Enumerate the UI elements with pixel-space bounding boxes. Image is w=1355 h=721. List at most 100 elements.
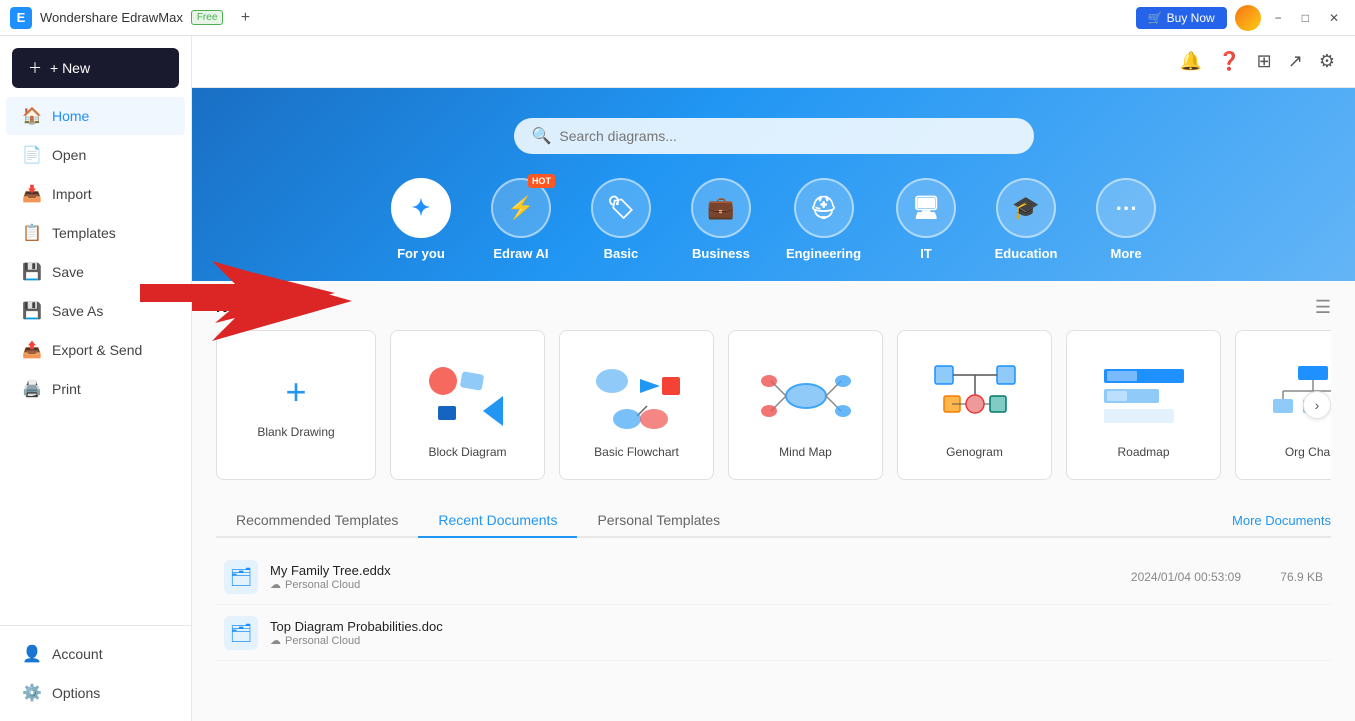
sidebar-item-templates[interactable]: 📋 Templates	[6, 214, 185, 252]
sidebar-label-print: Print	[52, 381, 81, 397]
maximize-button[interactable]: □	[1296, 9, 1315, 27]
new-grid: + Blank Drawing Blo	[216, 330, 1331, 480]
education-label: Education	[995, 246, 1058, 261]
doc-name-diagram: Top Diagram Probabilities.doc	[270, 619, 1229, 634]
search-icon: 🔍	[532, 126, 552, 146]
sidebar-item-account[interactable]: 👤 Account	[6, 635, 185, 673]
sidebar-label-templates: Templates	[52, 225, 116, 241]
tabs-row: Recommended Templates Recent Documents P…	[216, 504, 1331, 538]
new-button[interactable]: ＋ + New	[12, 48, 179, 88]
help-icon[interactable]: ❓	[1218, 51, 1240, 72]
sidebar-item-home[interactable]: 🏠 Home	[6, 97, 185, 135]
print-icon: 🖨️	[22, 379, 42, 399]
cloud-icon-2: ☁	[270, 634, 281, 647]
basic-flowchart-card[interactable]: Basic Flowchart	[559, 330, 714, 480]
category-more[interactable]: ⋯ More	[1091, 178, 1161, 261]
block-diagram-card[interactable]: Block Diagram	[390, 330, 545, 480]
minimize-button[interactable]: −	[1269, 9, 1288, 27]
import-icon: 📥	[22, 184, 42, 204]
app-body: ＋ + New 🏠 Home 📄 Open 📥 Import 📋 Templat…	[0, 36, 1355, 721]
next-button[interactable]: ›	[1303, 391, 1331, 419]
avatar[interactable]	[1235, 5, 1261, 31]
block-diagram-svg	[423, 361, 513, 431]
block-diagram-img	[413, 351, 523, 441]
category-for-you[interactable]: ✦ For you	[386, 178, 456, 261]
doc-icon-family-tree: 🗂	[224, 560, 258, 594]
tab-recent[interactable]: Recent Documents	[418, 504, 577, 538]
sidebar-item-import[interactable]: 📥 Import	[6, 175, 185, 213]
more-documents-link[interactable]: More Documents	[1232, 513, 1331, 528]
sidebar-item-open[interactable]: 📄 Open	[6, 136, 185, 174]
org-chart-label: Org Cha...	[1285, 445, 1331, 459]
sidebar-bottom: 👤 Account ⚙️ Options	[0, 625, 191, 721]
save-icon: 💾	[22, 262, 42, 282]
basic-icon: 🏷	[607, 195, 635, 221]
category-edraw-ai[interactable]: HOT ⚡ Edraw AI	[486, 178, 556, 261]
new-tab-button[interactable]: +	[231, 4, 259, 32]
mind-map-card[interactable]: Mind Map	[728, 330, 883, 480]
buy-now-button[interactable]: 🛒 Buy Now	[1136, 7, 1227, 29]
free-badge: Free	[191, 10, 224, 25]
apps-icon[interactable]: ⊞	[1257, 51, 1272, 72]
roadmap-label: Roadmap	[1117, 445, 1169, 459]
document-row[interactable]: 🗂 My Family Tree.eddx ☁ Personal Cloud 2…	[216, 550, 1331, 605]
genogram-label: Genogram	[946, 445, 1003, 459]
account-icon: 👤	[22, 644, 42, 664]
save-as-icon: 💾	[22, 301, 42, 321]
tab-personal[interactable]: Personal Templates	[577, 504, 740, 538]
doc-name-family-tree: My Family Tree.eddx	[270, 563, 1119, 578]
blank-plus-icon: +	[285, 371, 306, 413]
sidebar-label-import: Import	[52, 186, 92, 202]
sidebar-item-options[interactable]: ⚙️ Options	[6, 674, 185, 712]
close-button[interactable]: ✕	[1323, 9, 1345, 27]
mind-map-img	[751, 351, 861, 441]
mind-map-label: Mind Map	[779, 445, 832, 459]
it-icon: 🖥	[912, 195, 940, 221]
blank-drawing-card[interactable]: + Blank Drawing	[216, 330, 376, 480]
doc-loc-diagram: ☁ Personal Cloud	[270, 634, 1229, 647]
search-input[interactable]	[559, 128, 1015, 144]
doc-info-family-tree: My Family Tree.eddx ☁ Personal Cloud	[270, 563, 1119, 591]
sidebar-item-save[interactable]: 💾 Save	[6, 253, 185, 291]
category-it[interactable]: 🖥 IT	[891, 178, 961, 261]
document-row-2[interactable]: 🗂 Top Diagram Probabilities.doc ☁ Person…	[216, 606, 1331, 661]
category-basic[interactable]: 🏷 Basic	[586, 178, 656, 261]
edraw-ai-icon: ⚡	[507, 195, 534, 221]
plus-icon: ＋	[28, 58, 42, 78]
category-engineering[interactable]: ⛑ Engineering	[786, 178, 861, 261]
engineering-icon: ⛑	[810, 195, 838, 221]
blank-label: Blank Drawing	[257, 425, 334, 439]
app-name: Wondershare EdrawMax	[40, 10, 183, 25]
business-icon: 💼	[707, 195, 734, 221]
sidebar-item-save-as[interactable]: 💾 Save As	[6, 292, 185, 330]
sidebar-label-options: Options	[52, 685, 100, 701]
settings-icon[interactable]: ⚙	[1319, 51, 1335, 72]
more-label: More	[1111, 246, 1142, 261]
titlebar-left: E Wondershare EdrawMax Free +	[10, 4, 259, 32]
sidebar-item-print[interactable]: 🖨️ Print	[6, 370, 185, 408]
category-business[interactable]: 💼 Business	[686, 178, 756, 261]
bottom-section: Recommended Templates Recent Documents P…	[192, 492, 1355, 721]
category-education[interactable]: 🎓 Education	[991, 178, 1061, 261]
cloud-icon: ☁	[270, 578, 281, 591]
open-icon: 📄	[22, 145, 42, 165]
sidebar-item-export[interactable]: 📤 Export & Send	[6, 331, 185, 369]
notification-icon[interactable]: 🔔	[1180, 51, 1202, 72]
document-list: 🗂 My Family Tree.eddx ☁ Personal Cloud 2…	[216, 550, 1331, 661]
basic-flowchart-label: Basic Flowchart	[594, 445, 679, 459]
tab-recommended[interactable]: Recommended Templates	[216, 504, 418, 538]
sidebar-label-export: Export & Send	[52, 342, 142, 358]
settings-list-icon[interactable]: ☰	[1315, 297, 1331, 318]
roadmap-img	[1089, 351, 1199, 441]
search-bar[interactable]: 🔍	[514, 118, 1034, 154]
edraw-ai-icon-wrap: HOT ⚡	[491, 178, 551, 238]
roadmap-card[interactable]: Roadmap	[1066, 330, 1221, 480]
doc-loc-family-tree: ☁ Personal Cloud	[270, 578, 1119, 591]
sidebar-label-save: Save	[52, 264, 84, 280]
genogram-svg	[930, 361, 1020, 431]
new-section-title: New	[216, 299, 249, 317]
share-icon[interactable]: ↗	[1288, 51, 1303, 72]
genogram-card[interactable]: Genogram	[897, 330, 1052, 480]
edraw-ai-label: Edraw AI	[493, 246, 548, 261]
sidebar-label-account: Account	[52, 646, 103, 662]
